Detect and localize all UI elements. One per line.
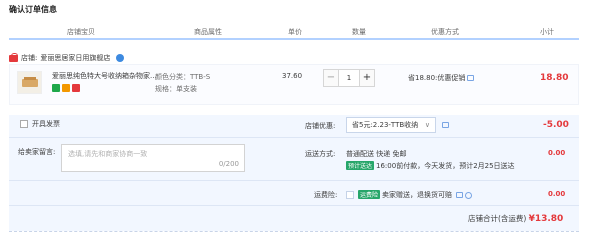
page-title: 确认订单信息 (9, 5, 57, 14)
column-header-promotion: 优惠方式 (431, 28, 459, 36)
delivery-label: 运送方式: (305, 150, 336, 158)
promotion-tip-icon[interactable] (467, 75, 475, 81)
insurance-info: 运费险 卖家赠送，退换货可赔 (346, 190, 473, 200)
quantity-decrease-button[interactable]: − (323, 69, 339, 87)
invoice-label: 开具发票 (32, 120, 60, 128)
unit-price: 37.60 (282, 72, 303, 80)
item-subtotal: 18.80 (540, 73, 569, 83)
seller-message-textarea[interactable]: 选填,请先和商家协商一致 0/200 (61, 144, 245, 172)
quantity-input[interactable]: 1 (339, 69, 359, 87)
shop-discount-label: 店铺优惠: (305, 122, 336, 130)
product-name-link[interactable]: 爱丽思纯色特大号收纳箱杂物家... (52, 71, 157, 81)
shop-total-value: ¥13.80 (528, 214, 564, 224)
invoice-option[interactable]: 开具发票 (20, 119, 60, 129)
insurance-amount: 0.00 (548, 190, 566, 198)
chevron-down-icon: ∨ (424, 121, 430, 129)
shop-total-label: 店铺合计(含运费) (468, 214, 527, 223)
red-badge-icon (72, 84, 80, 92)
shop-name-link[interactable]: 爱丽思居家日用旗舰店 (40, 53, 110, 63)
column-header-subtotal: 小计 (540, 28, 554, 36)
shop-label: 店铺: (21, 54, 38, 62)
panel-divider (9, 205, 579, 206)
column-header-quantity: 数量 (352, 28, 366, 36)
product-attr-color: 颜色分类：TTB-S (155, 73, 211, 81)
product-attr-spec: 规格：单支装 (155, 85, 197, 93)
shop-discount-value: 省5元:2.23-TTB收纳 (352, 121, 419, 129)
bottom-divider (9, 231, 579, 232)
shop-discount-amount: -5.00 (543, 120, 569, 130)
shop-bag-icon (9, 52, 18, 62)
invoice-checkbox[interactable] (20, 120, 28, 128)
delivery-amount: 0.00 (548, 149, 566, 157)
product-thumbnail[interactable] (17, 71, 42, 94)
promotion-info: 省18.80:优惠促销 (408, 73, 475, 83)
message-placeholder: 选填,请先和商家协商一致 (68, 150, 148, 158)
column-header-item: 店铺宝贝 (67, 28, 95, 36)
quantity-stepper: − 1 + (323, 69, 375, 87)
quantity-increase-button[interactable]: + (359, 69, 375, 87)
help-icon[interactable] (465, 191, 473, 199)
panel-divider (9, 180, 579, 181)
orange-badge-icon (62, 84, 70, 92)
insurance-chat-icon[interactable] (456, 192, 464, 198)
insurance-label: 运费险: (314, 191, 338, 199)
delivery-tag: 预计送达 (346, 161, 375, 170)
message-label: 给卖家留言: (18, 148, 56, 156)
column-header-price: 单价 (288, 28, 302, 36)
insurance-tag: 运费险 (358, 190, 381, 199)
column-header-attribute: 商品属性 (194, 28, 222, 36)
green-badge-icon (52, 84, 60, 92)
panel-divider (9, 137, 579, 138)
promotion-text: 省18.80:优惠促销 (408, 74, 466, 82)
wangwang-chat-icon[interactable] (116, 54, 125, 62)
shop-discount-select[interactable]: 省5元:2.23-TTB收纳 ∨ (346, 117, 436, 133)
discount-tip-icon[interactable] (442, 122, 449, 128)
insurance-checkbox[interactable] (346, 191, 354, 199)
service-badges (52, 84, 80, 92)
delivery-method: 普通配送 快递 免邮 (346, 150, 407, 158)
delivery-time: 16:00前付款，今天发货，预计2月25日送达 (376, 162, 515, 170)
shop-row: 店铺: 爱丽思居家日用旗舰店 (9, 52, 125, 63)
header-divider (9, 38, 579, 40)
insurance-text: 卖家赠送，退换货可赔 (382, 191, 453, 199)
message-char-count: 0/200 (218, 160, 239, 168)
delivery-estimate: 预计送达 16:00前付款，今天发货，预计2月25日送达 (346, 161, 515, 171)
shop-total: 店铺合计(含运费) ¥13.80 (468, 213, 563, 224)
